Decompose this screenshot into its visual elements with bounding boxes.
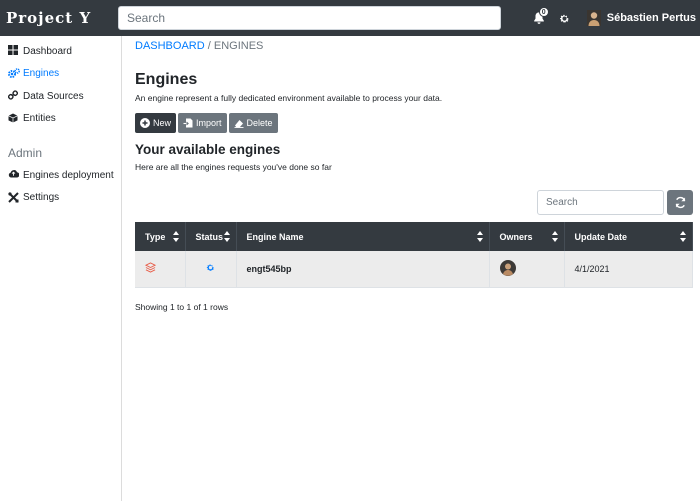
new-engine-button[interactable]: New bbox=[135, 113, 177, 133]
settings-gear-icon[interactable] bbox=[555, 8, 575, 28]
column-header-label: Owners bbox=[499, 231, 533, 242]
sidebar-admin-heading: Admin bbox=[8, 146, 43, 160]
section-title: Your available engines bbox=[135, 142, 281, 157]
page-description: An engine represent a fully dedicated en… bbox=[135, 93, 443, 103]
sidebar-item-label: Data Sources bbox=[23, 90, 84, 102]
cell-type bbox=[135, 251, 186, 288]
section-description: Here are all the engines requests you've… bbox=[135, 162, 332, 172]
user-name: Sébastien Pertus bbox=[606, 12, 696, 24]
column-header-label: Engine Name bbox=[246, 231, 304, 242]
sidebar-item-engines[interactable]: Engines bbox=[0, 63, 121, 86]
column-header-engine-name[interactable]: Engine Name bbox=[236, 222, 490, 251]
top-navbar: Project Y 0 Sébastien Pertus bbox=[0, 0, 700, 36]
sidebar-item-label: Entities bbox=[23, 113, 56, 125]
engines-table: Type Status Engine Name Owners Update Da… bbox=[135, 222, 693, 288]
app-brand[interactable]: Project Y bbox=[0, 9, 118, 27]
breadcrumb: DASHBOARD / ENGINES bbox=[135, 40, 693, 54]
cogs-icon bbox=[8, 68, 20, 80]
refresh-button[interactable] bbox=[667, 189, 693, 215]
tools-icon bbox=[8, 192, 20, 204]
notifications-bell-icon[interactable]: 0 bbox=[529, 7, 549, 28]
breadcrumb-current: ENGINES bbox=[213, 40, 264, 52]
sidebar-item-entities[interactable]: Entities bbox=[0, 108, 121, 131]
sidebar-item-settings[interactable]: Settings bbox=[0, 187, 121, 210]
table-search-input[interactable] bbox=[537, 189, 664, 215]
refresh-icon bbox=[675, 196, 685, 208]
column-header-label: Status bbox=[195, 231, 224, 242]
main-content: DASHBOARD / ENGINES Engines An engine re… bbox=[135, 36, 693, 312]
sidebar-item-label: Engines deployment bbox=[23, 169, 114, 181]
action-toolbar: New Import Delete bbox=[135, 113, 693, 133]
sort-icon bbox=[551, 231, 558, 242]
cube-icon bbox=[8, 113, 20, 125]
owner-avatar[interactable] bbox=[499, 259, 516, 276]
sidebar-item-data-sources[interactable]: Data Sources bbox=[0, 85, 121, 108]
table-header-row: Type Status Engine Name Owners Update Da… bbox=[135, 222, 693, 251]
eraser-icon bbox=[234, 120, 244, 128]
notification-count-badge: 0 bbox=[538, 7, 549, 17]
global-search-input[interactable] bbox=[118, 6, 501, 30]
cell-owners bbox=[489, 251, 565, 288]
column-header-status[interactable]: Status bbox=[185, 222, 237, 251]
link-icon bbox=[8, 90, 20, 102]
sort-icon bbox=[223, 231, 230, 242]
sort-icon bbox=[172, 231, 179, 242]
table-row[interactable]: engt545bp 4/1/2021 bbox=[135, 251, 693, 288]
breadcrumb-separator: / bbox=[207, 40, 211, 52]
sidebar-item-dashboard[interactable]: Dashboard bbox=[0, 40, 121, 63]
sidebar: Dashboard Engines Data Sources Entities … bbox=[0, 36, 122, 501]
column-header-label: Update Date bbox=[574, 231, 628, 242]
column-header-owners[interactable]: Owners bbox=[489, 222, 565, 251]
user-menu[interactable]: Sébastien Pertus bbox=[586, 10, 696, 26]
new-button-label: New bbox=[153, 118, 172, 128]
topbar-actions: 0 Sébastien Pertus bbox=[529, 0, 700, 36]
import-button-label: Import bbox=[196, 118, 222, 128]
user-avatar-icon bbox=[586, 10, 601, 26]
column-header-type[interactable]: Type bbox=[135, 222, 186, 251]
cloud-upload-icon bbox=[8, 169, 20, 181]
column-header-update-date[interactable]: Update Date bbox=[564, 222, 693, 251]
layers-icon bbox=[144, 262, 157, 273]
column-header-label: Type bbox=[145, 231, 166, 242]
cell-status bbox=[185, 251, 237, 288]
cell-update-date: 4/1/2021 bbox=[564, 251, 693, 288]
plus-circle-icon bbox=[140, 118, 150, 128]
pagination-info: Showing 1 to 1 of 1 rows bbox=[135, 301, 229, 312]
delete-button-label: Delete bbox=[246, 118, 273, 128]
file-import-icon bbox=[183, 118, 193, 128]
grid-icon bbox=[8, 45, 20, 57]
page-title: Engines bbox=[135, 71, 198, 88]
cell-engine-name[interactable]: engt545bp bbox=[236, 251, 490, 288]
import-button[interactable]: Import bbox=[178, 113, 227, 133]
sort-icon bbox=[476, 231, 483, 242]
sidebar-item-engines-deployment[interactable]: Engines deployment bbox=[0, 164, 121, 187]
sidebar-item-label: Engines bbox=[23, 68, 60, 80]
sort-icon bbox=[680, 231, 686, 242]
sidebar-item-label: Dashboard bbox=[23, 45, 72, 57]
sidebar-item-label: Settings bbox=[23, 192, 60, 204]
gear-icon bbox=[206, 264, 215, 271]
delete-button[interactable]: Delete bbox=[228, 113, 278, 133]
breadcrumb-dashboard-link[interactable]: DASHBOARD bbox=[135, 40, 205, 52]
table-toolbar bbox=[135, 189, 693, 215]
